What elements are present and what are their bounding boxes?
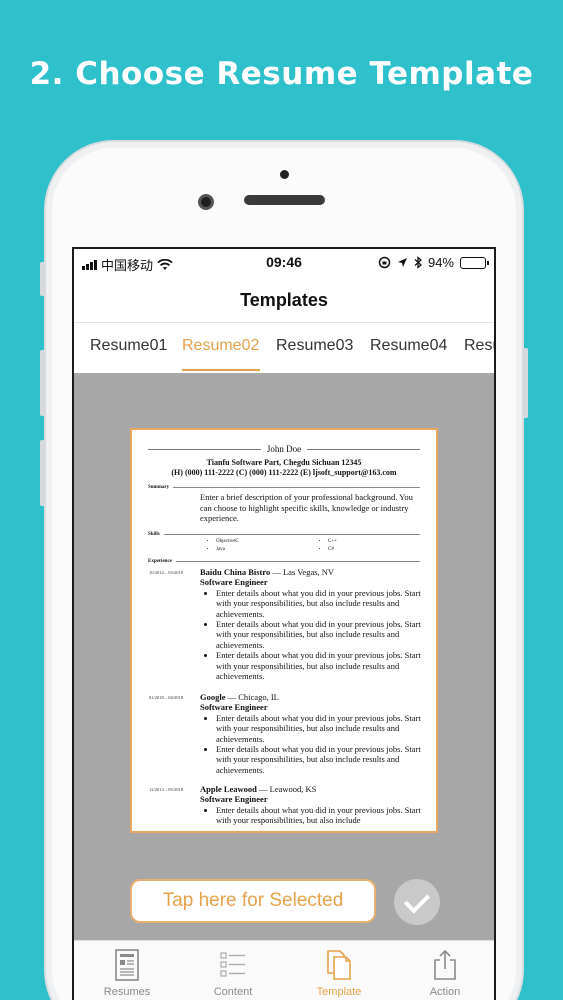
tab-resume01[interactable]: Resume01	[90, 337, 167, 355]
template-copy-icon	[327, 950, 351, 980]
nav-title: Templates	[74, 277, 494, 323]
phone-screen: 中国移动 09:46 94% Templates Resume01 Resume…	[72, 247, 496, 1000]
job-bullet: Enter details about what you did in your…	[216, 805, 422, 826]
location-arrow-icon	[397, 258, 407, 267]
job-entry: Apple Leawood — Leawood, KS Software Eng…	[200, 784, 422, 826]
summary-heading: Summary	[148, 485, 170, 490]
job-dates: 10/2014 – 03/2018	[149, 570, 184, 575]
list-icon	[220, 952, 245, 977]
earpiece-speaker	[244, 195, 325, 205]
confirm-check-button[interactable]	[394, 879, 440, 925]
resume-address: Tianfu Software Part, Chegdu Sichuan 123…	[206, 458, 362, 467]
experience-heading-row: Experience	[148, 559, 420, 564]
skill-item: C#	[328, 546, 337, 554]
summary-text: Enter a brief description of your profes…	[200, 492, 413, 524]
resume-address-block: Tianfu Software Part, Chegdu Sichuan 123…	[132, 458, 436, 478]
experience-heading: Experience	[148, 559, 172, 564]
battery-icon	[460, 256, 489, 269]
job-title: Software Engineer	[200, 702, 268, 713]
skills-heading-row: Skills	[148, 532, 420, 537]
skills-col-1: ObjectiveC Java	[210, 538, 239, 554]
job-dates: 12/2013 – 05/2018	[149, 787, 184, 792]
job-entry: Google — Chicago, IL Software Engineer E…	[200, 692, 422, 775]
skill-item: ObjectiveC	[216, 538, 239, 546]
job-title: Software Engineer	[200, 577, 268, 588]
job-bullet: Enter details about what you did in your…	[216, 619, 422, 650]
active-tab-indicator	[182, 369, 260, 371]
resume-name-row: John Doe	[148, 444, 420, 454]
orientation-lock-icon	[378, 256, 391, 269]
headline: 2. Choose Resume Template	[29, 56, 534, 92]
job-entry: Baidu China Bistro — Las Vegas, NV Softw…	[200, 567, 422, 681]
volume-down-button	[40, 440, 45, 506]
tab-resume02[interactable]: Resume02	[182, 337, 259, 355]
status-bar: 中国移动 09:46 94%	[74, 249, 494, 277]
job-title: Software Engineer	[200, 794, 268, 805]
job-location: Las Vegas, NV	[282, 567, 335, 577]
tab-label: Template	[316, 986, 362, 998]
tab-label: Content	[213, 986, 253, 998]
job-company: Apple Leawood	[200, 784, 257, 794]
resume-contact: (H) (000) 111-2222 (C) (000) 111-2222 (E…	[171, 468, 397, 477]
bottom-tab-bar: Resumes Content Template Action	[74, 940, 494, 1000]
tab-resume04[interactable]: Resume04	[370, 337, 447, 355]
front-camera	[198, 194, 214, 210]
job-company: Baidu China Bistro	[200, 567, 271, 577]
tab-action[interactable]: Action	[392, 941, 494, 1000]
skills-heading: Skills	[148, 532, 160, 537]
tab-content[interactable]: Content	[180, 941, 286, 1000]
job-bullet: Enter details about what you did in your…	[216, 588, 422, 619]
tab-label: Resumes	[103, 986, 151, 998]
job-bullet: Enter details about what you did in your…	[216, 744, 422, 775]
tab-template[interactable]: Template	[286, 941, 392, 1000]
summary-heading-row: Summary	[148, 485, 420, 490]
job-company: Google	[200, 692, 226, 702]
skill-item: Java	[216, 546, 239, 554]
select-template-button[interactable]: Tap here for Selected	[130, 879, 376, 923]
template-preview-area: John Doe Tianfu Software Part, Chegdu Si…	[74, 373, 494, 940]
tab-resume03[interactable]: Resume03	[276, 337, 353, 355]
share-icon	[434, 949, 456, 980]
skills-col-2: C++ C#	[322, 538, 337, 554]
proximity-sensor	[280, 170, 289, 179]
tab-resumes[interactable]: Resumes	[74, 941, 180, 1000]
job-bullet: Enter details about what you did in your…	[216, 650, 422, 681]
mute-switch	[40, 262, 45, 296]
skill-item: C++	[328, 538, 337, 546]
job-bullet: Enter details about what you did in your…	[216, 713, 422, 744]
power-button	[523, 348, 528, 418]
tab-label: Action	[429, 986, 461, 998]
battery-percent: 94%	[427, 255, 454, 270]
job-location: Leawood, KS	[269, 784, 317, 794]
tab-resume05[interactable]: Resu	[464, 337, 494, 355]
template-tabs: Resume01 Resume02 Resume03 Resume04 Resu	[74, 323, 494, 373]
resume-preview[interactable]: John Doe Tianfu Software Part, Chegdu Si…	[130, 428, 438, 833]
bluetooth-icon	[414, 256, 422, 269]
job-dates: 01/2018 – 04/2018	[149, 695, 184, 700]
job-location: Chicago, IL	[238, 692, 279, 702]
resume-document-icon	[115, 949, 139, 981]
resume-name: John Doe	[266, 444, 302, 454]
volume-up-button	[40, 350, 45, 416]
